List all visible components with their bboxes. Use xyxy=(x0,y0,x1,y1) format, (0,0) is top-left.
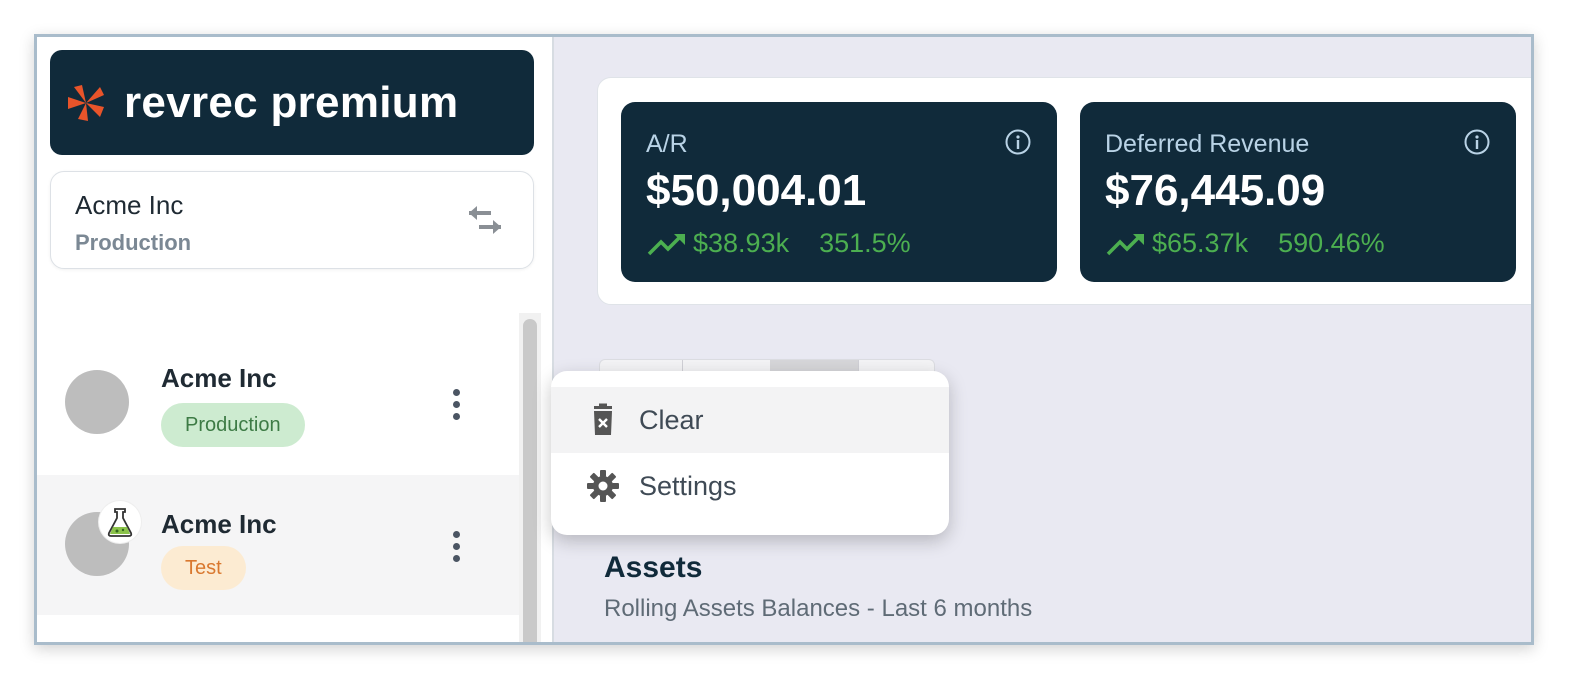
menu-item-clear[interactable]: Clear xyxy=(551,387,949,453)
flask-icon xyxy=(99,501,141,543)
sidebar-divider xyxy=(552,37,554,642)
org-list-item[interactable]: Acme Inc Production xyxy=(37,333,521,473)
metric-change-amount: $38.93k xyxy=(693,228,790,258)
trending-up-icon xyxy=(647,233,685,255)
sidebar-scrollbar[interactable] xyxy=(519,313,541,642)
metric-card-deferred-revenue[interactable]: Deferred Revenue $76,445.09 $65.37k 590.… xyxy=(1080,102,1516,282)
gear-icon xyxy=(587,470,619,502)
brand-logo-icon xyxy=(68,84,104,121)
context-menu: Clear Settings xyxy=(551,371,949,535)
metric-card-ar[interactable]: A/R $50,004.01 $38.93k 351.5% xyxy=(621,102,1057,282)
environment-badge: Test xyxy=(161,546,246,590)
metrics-panel: A/R $50,004.01 $38.93k 351.5% Deferred R… xyxy=(597,77,1531,305)
org-item-name: Acme Inc xyxy=(161,509,277,539)
app-window: revrec premium Acme Inc Production Acme … xyxy=(34,34,1534,645)
more-options-icon[interactable] xyxy=(447,527,465,567)
metric-label: A/R xyxy=(646,130,688,158)
avatar xyxy=(65,370,129,434)
menu-item-label: Settings xyxy=(639,470,737,501)
metric-change-percent: 351.5% xyxy=(819,228,911,258)
section-title: Assets xyxy=(604,551,703,584)
metric-value: $76,445.09 xyxy=(1105,166,1326,215)
org-item-name: Acme Inc xyxy=(161,363,277,393)
sidebar: revrec premium Acme Inc Production Acme … xyxy=(37,37,552,642)
more-options-icon[interactable] xyxy=(447,385,465,425)
metric-label: Deferred Revenue xyxy=(1105,130,1310,158)
environment-badge: Production xyxy=(161,403,305,447)
brand-logo[interactable]: revrec premium xyxy=(50,50,534,155)
info-icon[interactable] xyxy=(1463,128,1491,156)
metric-change: $65.37k 590.46% xyxy=(1106,228,1385,259)
menu-item-label: Clear xyxy=(639,404,704,435)
brand-name: revrec premium xyxy=(124,77,459,127)
menu-item-settings[interactable]: Settings xyxy=(551,453,949,519)
org-switcher-name: Acme Inc xyxy=(75,190,184,220)
swap-arrows-icon[interactable] xyxy=(465,204,505,236)
trending-up-icon xyxy=(1106,233,1144,255)
org-list-item[interactable]: Acme Inc Test xyxy=(37,475,521,615)
info-icon[interactable] xyxy=(1004,128,1032,156)
scrollbar-thumb[interactable] xyxy=(523,319,537,642)
org-switcher[interactable]: Acme Inc Production xyxy=(50,171,534,269)
metric-change: $38.93k 351.5% xyxy=(647,228,911,259)
metric-change-amount: $65.37k xyxy=(1152,228,1249,258)
metric-value: $50,004.01 xyxy=(646,166,867,215)
trash-icon xyxy=(594,403,612,435)
section-subtitle: Rolling Assets Balances - Last 6 months xyxy=(604,595,1033,622)
org-switcher-environment: Production xyxy=(75,230,192,255)
metric-change-percent: 590.46% xyxy=(1278,228,1385,258)
